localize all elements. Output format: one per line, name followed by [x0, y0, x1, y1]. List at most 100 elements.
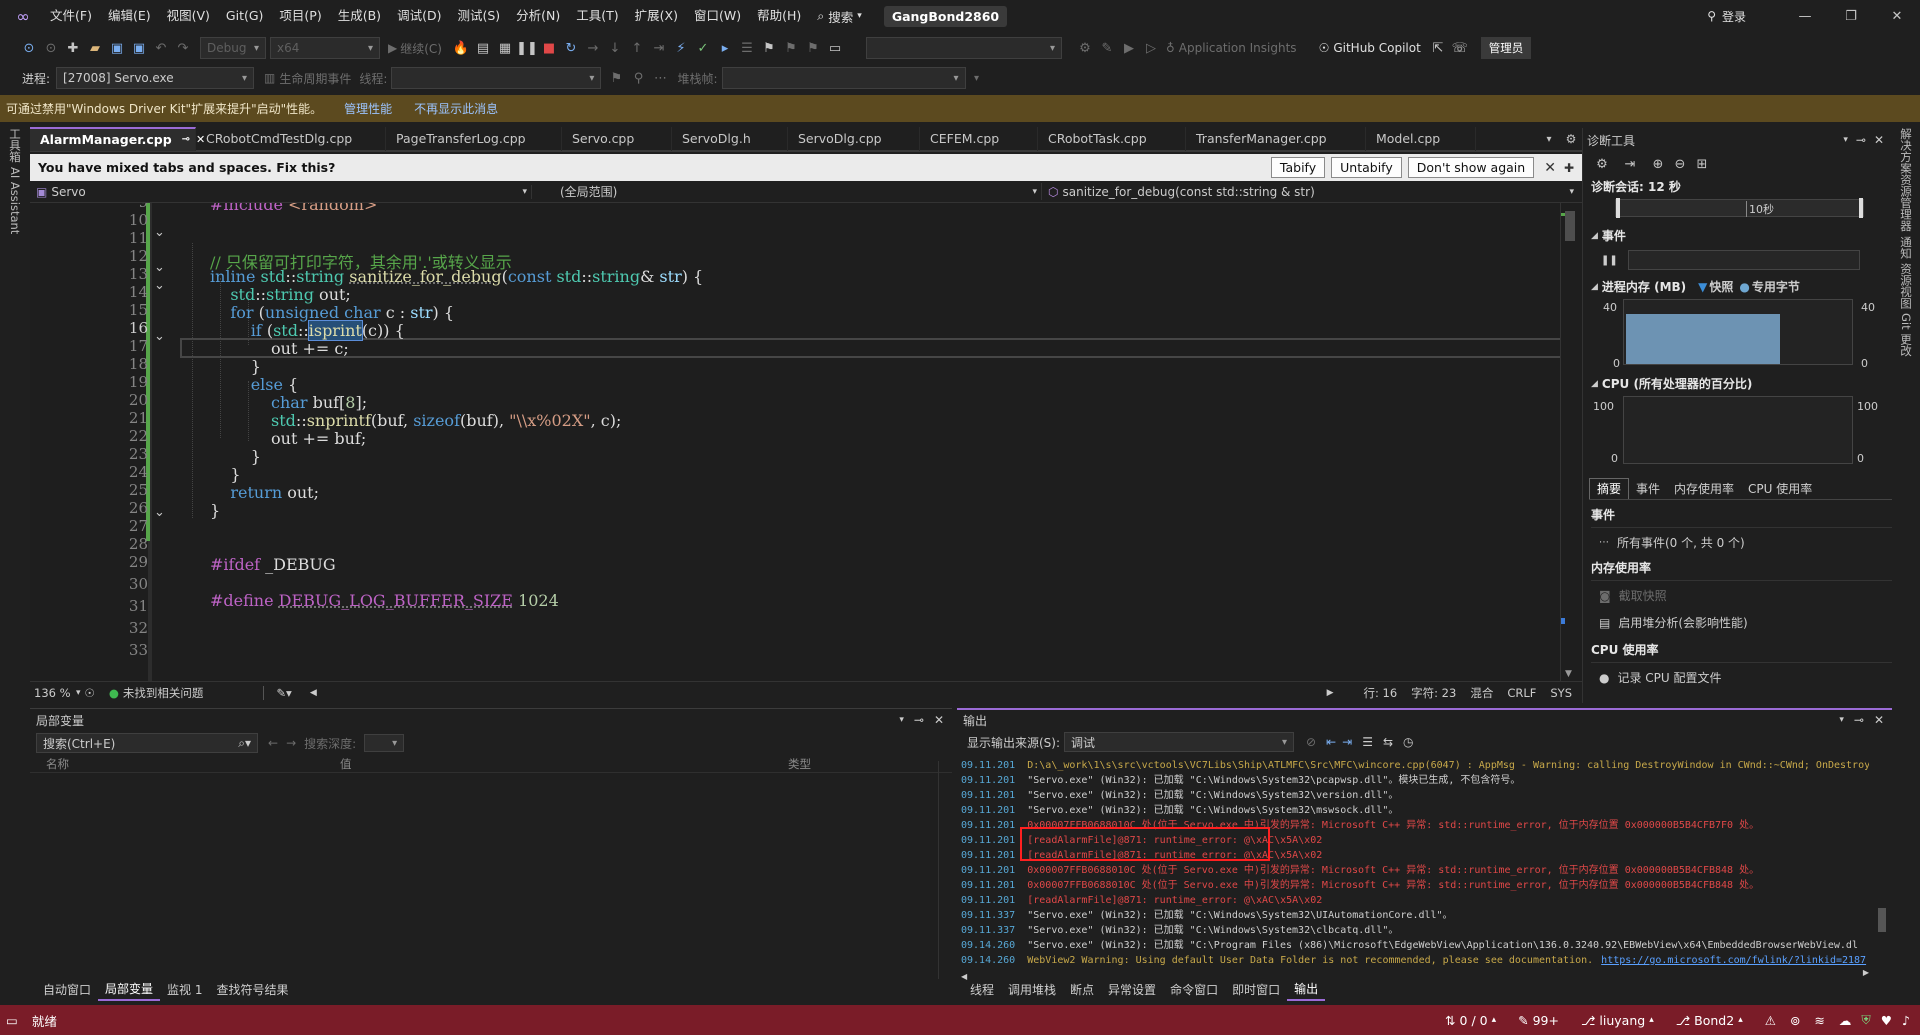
comment-icon[interactable]: ▭ — [824, 37, 846, 59]
scroll-thumb[interactable] — [1878, 908, 1886, 932]
branch-indicator[interactable]: ⎇ Bond2 ▴ — [1676, 1013, 1743, 1028]
copilot-icon[interactable]: ☉ — [85, 686, 95, 700]
share-icon[interactable]: ⇱ — [1427, 37, 1449, 59]
continue-button[interactable]: ▶ 继续(C) — [388, 40, 442, 57]
flag-icon[interactable]: ⚑ — [605, 67, 627, 89]
tab-model-cpp[interactable]: Model.cpp — [1366, 127, 1476, 151]
open-folder-icon[interactable]: ▰ — [84, 37, 106, 59]
tab-watch-1[interactable]: 监视 1 — [160, 980, 209, 1000]
step-into-icon[interactable]: ↓ — [604, 37, 626, 59]
heart-icon[interactable]: ♥ — [1881, 1013, 1892, 1028]
manage-performance-link[interactable]: 管理性能 — [344, 100, 392, 117]
chevron-down-icon[interactable]: ▾ — [1843, 135, 1848, 145]
tab-breakpoints[interactable]: 断点 — [1063, 980, 1101, 1000]
output-vertical-scrollbar[interactable] — [1876, 758, 1888, 972]
cloud-icon[interactable]: ☁ — [1839, 1013, 1852, 1028]
forward-icon[interactable]: → — [286, 736, 296, 750]
tab-call-stack[interactable]: 调用堆栈 — [1001, 980, 1063, 1000]
line-indicator[interactable]: 行: 16 — [1363, 685, 1397, 701]
locals-scrollbar[interactable] — [938, 761, 948, 979]
column-value[interactable]: 值 — [340, 756, 788, 772]
tab-memory-usage[interactable]: 内存使用率 — [1667, 479, 1741, 499]
chevron-down-icon[interactable]: ▾ — [76, 688, 81, 698]
take-snapshot-button[interactable]: ◙ 截取快照 — [1599, 587, 1892, 604]
attach-icon[interactable]: ⚙ — [1074, 37, 1096, 59]
pause-icon[interactable]: ❚❚ — [1601, 255, 1618, 266]
show-next-icon[interactable]: ⇥ — [648, 37, 670, 59]
stack-icon[interactable]: ≋ — [1814, 1013, 1824, 1028]
step-over-icon[interactable]: → — [582, 37, 604, 59]
settings-icon[interactable]: ⚙ — [1591, 153, 1613, 175]
scroll-right-icon[interactable]: ▶ — [1327, 688, 1334, 698]
browser-icon[interactable]: ▤ — [472, 37, 494, 59]
pin-icon[interactable]: ⊸ — [182, 128, 190, 152]
word-wrap-icon[interactable]: ⇆ — [1383, 735, 1393, 749]
fold-collapse-icon[interactable]: ⌄ — [154, 329, 165, 344]
expand-icon[interactable]: ⋯ — [649, 67, 671, 89]
repository-indicator[interactable]: ⎇ liuyang ▴ — [1581, 1013, 1654, 1028]
bell-icon[interactable]: ♪ — [1902, 1013, 1910, 1028]
layout-icon[interactable]: ▦ — [494, 37, 516, 59]
tab-command-window[interactable]: 命令窗口 — [1163, 980, 1225, 1000]
reset-view-icon[interactable]: ⊞ — [1691, 153, 1713, 175]
minimize-icon[interactable]: — — [1782, 5, 1828, 27]
output-text[interactable]: 09.11.201 D:\a\_work\1\s\src\vctools\VC7… — [961, 758, 1869, 972]
github-copilot-button[interactable]: ☉ GitHub Copilot — [1319, 41, 1421, 55]
tab-autos[interactable]: 自动窗口 — [36, 980, 98, 1000]
solution-explorer-tab[interactable]: 解决方案资源管理器 — [1898, 128, 1914, 232]
code-editor[interactable]: 9101112131415161718192021222324252627282… — [30, 203, 1582, 681]
toolbox-tab[interactable]: 工具箱 — [7, 128, 23, 163]
next-bookmark-icon[interactable]: ⚑ — [802, 37, 824, 59]
tab-cefem-cpp[interactable]: CEFEM.cpp — [920, 127, 1038, 151]
pin-icon[interactable]: ⊸ — [1854, 713, 1864, 727]
tab-alarmmanager-cpp[interactable]: AlarmManager.cpp ⊸ ✕ — [30, 127, 205, 152]
scroll-right-icon[interactable]: ▶ — [1863, 968, 1869, 977]
output-source-select[interactable]: 调试 — [1064, 732, 1295, 752]
thread-select[interactable] — [391, 67, 602, 89]
indentation-indicator[interactable]: 混合 — [1470, 685, 1493, 701]
feedback-icon[interactable]: ☏ — [1449, 37, 1471, 59]
zoom-in-icon[interactable]: ⊕ — [1647, 153, 1669, 175]
resource-view-tab[interactable]: 资源视图 — [1898, 263, 1914, 309]
tab-servodlg-h[interactable]: ServoDlg.h — [672, 127, 788, 151]
save-icon[interactable]: ▣ — [106, 37, 128, 59]
record-cpu-button[interactable]: ● 记录 CPU 配置文件 — [1599, 669, 1892, 686]
dont-show-again-button[interactable]: Don't show again — [1407, 157, 1535, 178]
tab-locals[interactable]: 局部变量 — [98, 979, 161, 1001]
undo-icon[interactable]: ↶ — [150, 37, 172, 59]
fold-collapse-icon[interactable]: ⌄ — [154, 225, 165, 240]
notifications-tab[interactable]: 通知 — [1898, 236, 1914, 259]
menu-item[interactable]: 扩展(X) — [627, 0, 686, 32]
shield-icon[interactable]: ⛨ — [1861, 1012, 1870, 1028]
line-ending-indicator[interactable]: CRLF — [1507, 686, 1536, 700]
platform-select[interactable]: x64 — [270, 37, 380, 59]
run-icon[interactable]: ▶ — [1118, 37, 1140, 59]
tab-pagetransferlog-cpp[interactable]: PageTransferLog.cpp — [386, 127, 562, 151]
redo-icon[interactable]: ↷ — [172, 37, 194, 59]
tab-threads[interactable]: 线程 — [963, 980, 1001, 1000]
menu-item[interactable]: 项目(P) — [271, 0, 329, 32]
tab-crobotcmdtestdlg-cpp[interactable]: CRobotCmdTestDlg.cpp — [196, 127, 386, 151]
collapse-icon[interactable]: ◢ — [1591, 231, 1598, 241]
select-icon[interactable]: ▸ — [714, 37, 736, 59]
clear-all-icon[interactable]: ☰ — [1362, 735, 1373, 749]
fold-collapse-icon[interactable]: ⌄ — [154, 505, 165, 520]
close-icon[interactable]: ✕ — [1874, 5, 1920, 27]
find-icon[interactable]: ⊘ — [1306, 735, 1316, 749]
scope-dropdown[interactable]: (全局范围) ▾ — [532, 183, 1042, 200]
menu-item[interactable]: 文件(F) — [42, 0, 100, 32]
tab-find-symbol-results[interactable]: 查找符号结果 — [209, 980, 295, 1000]
menu-item[interactable]: Git(G) — [218, 0, 272, 32]
format-icon[interactable]: ☰ — [736, 37, 758, 59]
menu-item[interactable]: 编辑(E) — [100, 0, 159, 32]
all-events-link[interactable]: ⋯ 所有事件(0 个, 共 0 个) — [1599, 534, 1892, 551]
configuration-select[interactable]: Debug — [200, 37, 266, 59]
git-changes-indicator[interactable]: ⇅ 0 / 0 ▴ — [1445, 1013, 1496, 1028]
search-depth-select[interactable] — [364, 734, 405, 752]
tab-immediate-window[interactable]: 即时窗口 — [1225, 980, 1287, 1000]
documentation-link[interactable]: https://go.microsoft.com/fwlink/?linkid=… — [1601, 955, 1866, 966]
fold-collapse-icon[interactable]: ⌄ — [154, 278, 165, 293]
project-dropdown[interactable]: ▣ Servo ▾ — [30, 184, 532, 199]
dismiss-link[interactable]: 不再显示此消息 — [414, 100, 498, 117]
column-name[interactable]: 名称 — [30, 756, 340, 772]
